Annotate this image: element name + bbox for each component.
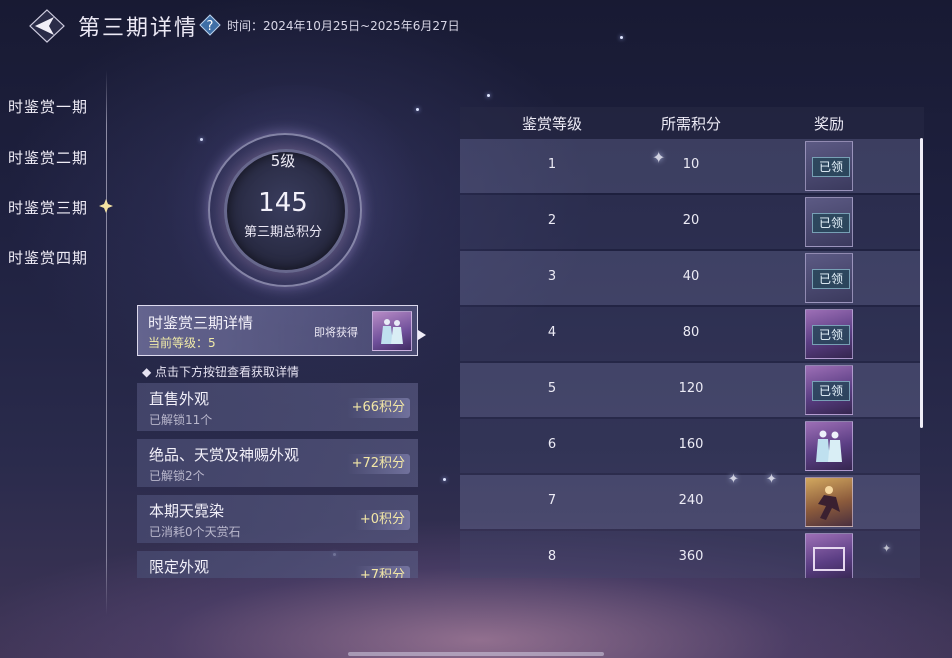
row-points: 10: [682, 157, 700, 172]
card-pointer-icon: [418, 325, 426, 340]
current-level: 5级: [270, 152, 296, 170]
source-subtitle: 已解锁2个: [149, 469, 205, 483]
reward-item[interactable]: [805, 421, 853, 471]
detail-card-level: 当前等级：5: [148, 336, 216, 350]
source-item-dye[interactable]: 本期天霓染 已消耗0个天赏石 +0积分: [137, 495, 418, 543]
source-title: 直售外观: [149, 390, 210, 408]
star-dot: [487, 94, 490, 97]
header-reward: 奖励: [813, 115, 844, 133]
row-level: 6: [547, 437, 557, 452]
source-title: 限定外观: [149, 558, 210, 576]
tab-period-3[interactable]: 时鉴赏三期: [8, 197, 88, 218]
row-level: 7: [547, 493, 557, 508]
table-row: 5 120 已领: [460, 363, 920, 417]
reward-item[interactable]: [805, 477, 853, 527]
tab-period-2[interactable]: 时鉴赏二期: [8, 147, 88, 168]
tab-period-1[interactable]: 时鉴赏一期: [8, 96, 88, 117]
star-dot: [416, 108, 419, 111]
frame-item-icon: [813, 547, 845, 571]
upcoming-reward-label: 即将获得: [314, 326, 358, 339]
source-item-limited[interactable]: 限定外观 +7积分: [137, 551, 418, 578]
help-icon: ?: [199, 14, 221, 36]
period-label: 时间：: [227, 19, 264, 33]
source-points: +0积分: [354, 510, 410, 530]
claimed-badge: 已领: [812, 157, 850, 177]
warrior-figure-icon: [818, 486, 840, 520]
total-points-label: 第三期总积分: [243, 225, 322, 240]
table-row: 6 160: [460, 419, 920, 473]
table-header: 鉴赏等级 所需积分 奖励: [460, 107, 924, 139]
header-level: 鉴赏等级: [521, 115, 582, 133]
hint-text: ◆ 点击下方按钮查看获取详情: [142, 365, 300, 379]
reward-item[interactable]: 已领: [805, 253, 853, 303]
star-dot: [443, 478, 446, 481]
home-indicator[interactable]: [348, 652, 604, 656]
header-points: 所需积分: [660, 115, 721, 133]
star-dot: [620, 36, 623, 39]
reward-item[interactable]: 已领: [805, 365, 853, 415]
row-level: 4: [547, 325, 557, 340]
tab-divider: [106, 70, 107, 615]
row-points: 240: [678, 493, 704, 508]
source-subtitle: 已消耗0个天赏石: [149, 525, 241, 539]
reward-table: 鉴赏等级 所需积分 奖励 1 10 已领 2 20 已领 3 40 已领 4 8…: [460, 107, 924, 578]
claimed-badge: 已领: [812, 213, 850, 233]
reward-item[interactable]: 已领: [805, 309, 853, 359]
table-row: 3 40 已领: [460, 251, 920, 305]
svg-text:?: ?: [207, 19, 214, 34]
source-title: 本期天霓染: [149, 502, 225, 520]
table-row: 7 240: [460, 475, 920, 529]
source-item-direct-sale[interactable]: 直售外观 已解锁11个 +66积分: [137, 383, 418, 431]
row-points: 40: [682, 269, 700, 284]
period-detail-card[interactable]: 时鉴赏三期详情 当前等级：5 即将获得: [137, 305, 418, 356]
total-points: 145: [258, 188, 308, 218]
table-row: 8 360: [460, 531, 920, 578]
table-row: 4 80 已领: [460, 307, 920, 361]
row-points: 20: [682, 213, 700, 228]
row-level: 5: [547, 381, 557, 396]
row-level: 2: [547, 213, 557, 228]
source-points: +72积分: [346, 454, 410, 474]
source-points: +66积分: [346, 398, 410, 418]
table-row: 1 10 已领: [460, 139, 920, 193]
costume-figure-icon: [381, 319, 403, 344]
claimed-badge: 已领: [812, 269, 850, 289]
row-points: 360: [678, 549, 704, 564]
costume-figure-icon: [816, 430, 842, 462]
back-button[interactable]: [28, 8, 66, 44]
source-subtitle: 已解锁11个: [149, 413, 213, 427]
reward-item[interactable]: 已领: [805, 197, 853, 247]
row-level: 1: [547, 157, 557, 172]
source-title: 绝品、天赏及神赐外观: [149, 446, 300, 464]
row-points: 160: [678, 437, 704, 452]
reward-item[interactable]: 已领: [805, 141, 853, 191]
row-points: 120: [678, 381, 704, 396]
claimed-badge: 已领: [812, 325, 850, 345]
row-level: 8: [547, 549, 557, 564]
source-item-premium[interactable]: 绝品、天赏及神赐外观 已解锁2个 +72积分: [137, 439, 418, 487]
source-points: +7积分: [354, 566, 410, 578]
reward-item[interactable]: [805, 533, 853, 578]
page-title: 第三期详情: [78, 16, 199, 41]
event-period: 时间：2024年10月25日~2025年6月27日: [227, 17, 460, 34]
upcoming-reward-thumbnail: [372, 311, 412, 351]
back-icon: [29, 9, 65, 43]
claimed-badge: 已领: [812, 381, 850, 401]
selected-tab-marker-icon: [99, 198, 113, 213]
row-level: 3: [547, 269, 557, 284]
detail-card-title: 时鉴赏三期详情: [148, 314, 254, 332]
row-points: 80: [682, 325, 700, 340]
help-button[interactable]: ?: [199, 14, 221, 36]
table-scrollbar[interactable]: [920, 138, 923, 428]
tab-period-4[interactable]: 时鉴赏四期: [8, 247, 88, 268]
points-source-list: 直售外观 已解锁11个 +66积分 绝品、天赏及神赐外观 已解锁2个 +72积分…: [137, 383, 427, 578]
period-range: 2024年10月25日~2025年6月27日: [263, 19, 460, 33]
table-row: 2 20 已领: [460, 195, 920, 249]
